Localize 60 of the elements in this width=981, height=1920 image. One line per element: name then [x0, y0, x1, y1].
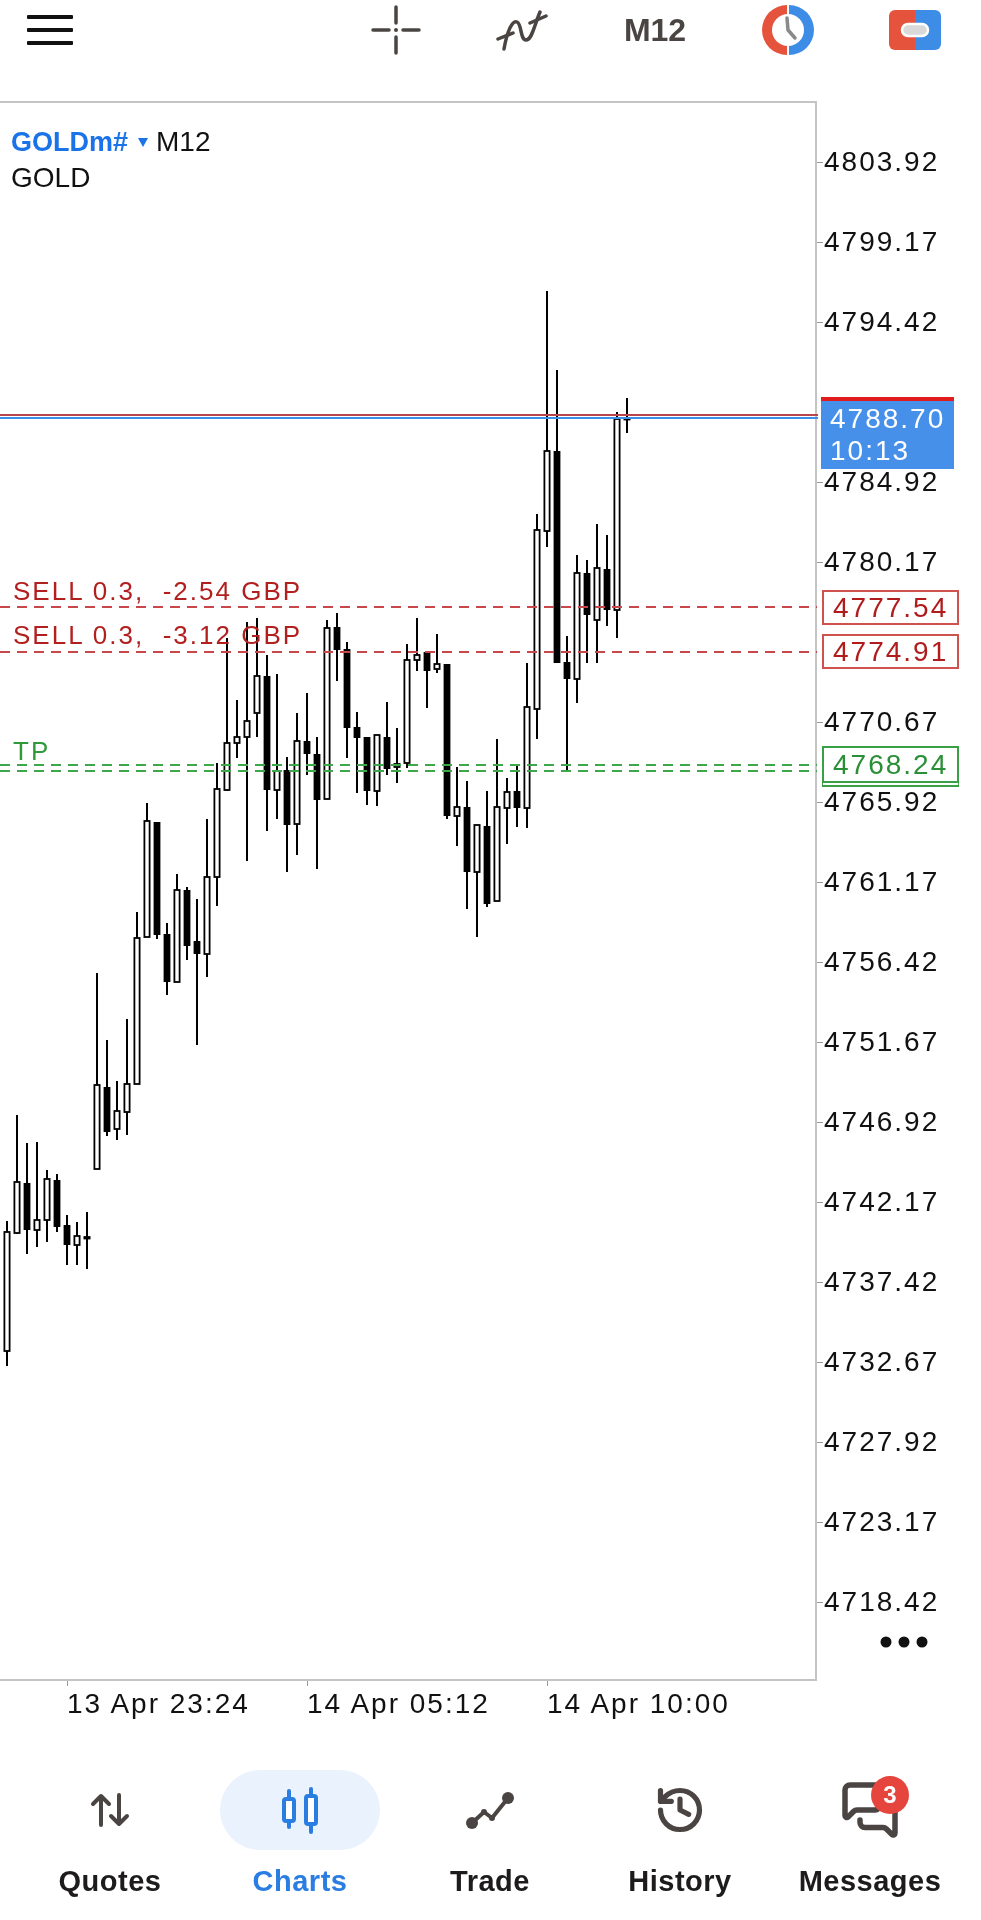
price-axis-label: 4732.67	[824, 1349, 940, 1375]
rising-candle	[413, 617, 421, 672]
more-icon[interactable]	[880, 1636, 928, 1648]
price-axis-label: 4784.92	[824, 469, 940, 495]
nav-tab[interactable]: Quotes	[30, 1770, 190, 1899]
menu-icon[interactable]	[27, 15, 73, 45]
falling-candle	[53, 1173, 61, 1233]
crosshair-icon[interactable]	[371, 5, 421, 55]
price-axis-label: 4756.42	[824, 949, 940, 975]
bid-time: 10:13	[830, 435, 912, 467]
caret-down-icon	[138, 137, 149, 147]
time-axis-label: 13 Apr 23:24	[67, 1688, 250, 1719]
price-axis-label: 4727.92	[824, 1429, 940, 1455]
falling-candle	[363, 736, 371, 806]
price-axis-label: 4742.17	[824, 1189, 940, 1215]
falling-candle	[423, 651, 431, 709]
chart-timeframe: M12	[156, 125, 211, 159]
bid-price: 4788.70	[830, 403, 947, 435]
take-profit-label: TP	[13, 737, 51, 765]
price-axis-label: 4794.42	[824, 309, 940, 335]
timeframe-button[interactable]: M12	[623, 10, 687, 50]
falling-candle	[63, 1214, 71, 1266]
rising-candle	[433, 633, 441, 674]
price-axis-label: 4737.42	[824, 1269, 940, 1295]
candlestick-icon	[279, 1786, 321, 1834]
toggle-icon[interactable]	[889, 10, 941, 50]
take-profit-price-tag: 4768.24	[822, 746, 960, 787]
order-label: SELL 0.3, -2.54 GBP	[13, 577, 303, 605]
price-axis-label: 4746.92	[824, 1109, 940, 1135]
price-axis-label: 4803.92	[824, 149, 940, 175]
price-axis-label: 4751.67	[824, 1029, 940, 1055]
unread-badge: 3	[871, 1776, 909, 1814]
up-down-arrows-icon	[90, 1792, 130, 1828]
price-axis-label: 4723.17	[824, 1509, 940, 1535]
price-axis-label: 4780.17	[824, 549, 940, 575]
wave-indicator-icon[interactable]	[496, 8, 548, 52]
price-axis-label: 4799.17	[824, 229, 940, 255]
order-price-tag: 4777.54	[822, 590, 960, 625]
rising-candle	[393, 727, 401, 784]
time-axis-label: 14 Apr 10:00	[547, 1688, 730, 1719]
falling-candle	[333, 612, 341, 682]
price-axis-label: 4765.92	[824, 789, 940, 815]
symbol-description: GOLD	[11, 161, 91, 195]
nav-tab[interactable]: Trade	[410, 1770, 570, 1899]
price-axis-label: 4770.67	[824, 709, 940, 735]
rising-candle	[503, 777, 511, 845]
nav-tab[interactable]: 3 Messages	[790, 1770, 950, 1899]
rising-candle	[233, 699, 241, 759]
clock-icon[interactable]	[762, 4, 814, 56]
rising-candle	[113, 1080, 121, 1141]
time-axis-label: 14 Apr 05:12	[307, 1688, 490, 1719]
price-axis-label: 4761.17	[824, 869, 940, 895]
falling-candle	[513, 765, 521, 828]
line-chart-icon	[465, 1790, 515, 1830]
rising-candle	[83, 1211, 91, 1270]
nav-tab[interactable]: History	[600, 1770, 760, 1899]
order-price-tag: 4774.91	[822, 634, 960, 669]
rising-candle	[73, 1221, 81, 1266]
price-axis-label: 4718.42	[824, 1589, 940, 1615]
symbol-selector[interactable]: GOLDm#	[11, 124, 149, 160]
